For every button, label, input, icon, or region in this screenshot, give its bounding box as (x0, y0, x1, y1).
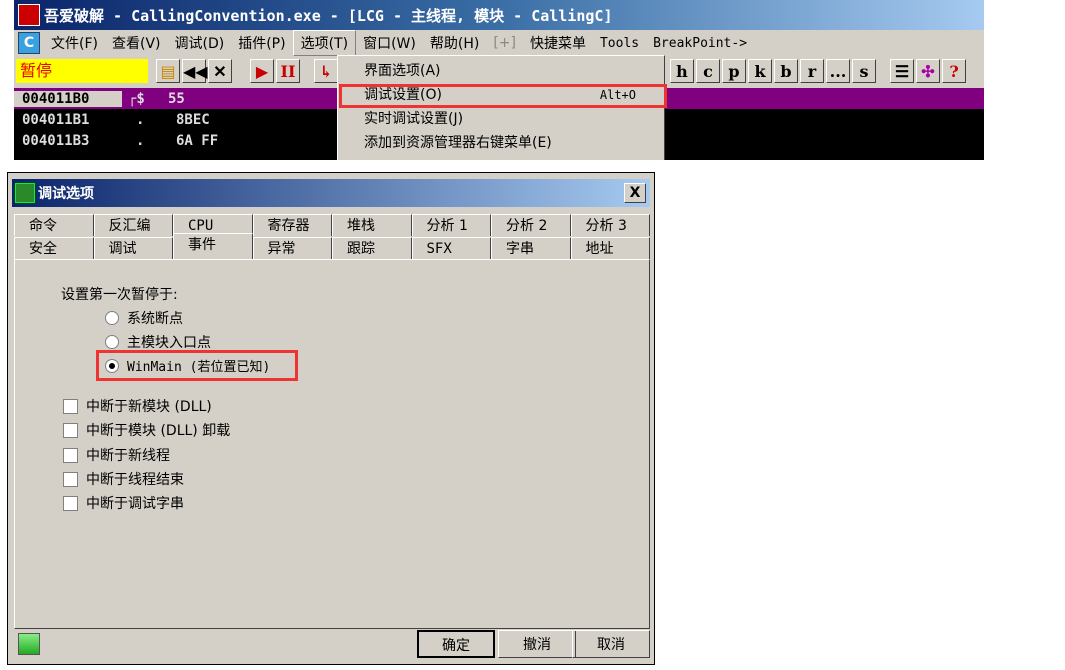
highlight-box (96, 350, 298, 381)
cancel-button[interactable]: 取消 (572, 630, 650, 658)
list-icon (15, 183, 35, 203)
window-title: 吾爱破解 - CallingConvention.exe - [LCG - 主线… (44, 6, 613, 25)
group-label: 设置第一次暂停于: (61, 287, 178, 303)
menu-help[interactable]: 帮助(H) (423, 31, 486, 55)
toolbar-dots-button[interactable]: ... (826, 59, 850, 83)
highlight-box (339, 84, 667, 108)
menu-plugins[interactable]: 插件(P) (231, 31, 292, 55)
tab-events[interactable]: 事件 (173, 233, 253, 259)
menu-options[interactable]: 选项(T) (292, 30, 357, 56)
menu-view[interactable]: 查看(V) (105, 31, 168, 55)
status-indicator: 暂停 (16, 59, 148, 83)
checkbox-new-module[interactable]: 中断于新模块 (DLL) (63, 396, 212, 416)
toolbar-c-button[interactable]: c (696, 59, 720, 83)
menu-window[interactable]: 窗口(W) (356, 31, 423, 55)
checkbox-debug-string[interactable]: 中断于调试字串 (63, 493, 184, 513)
pause-icon[interactable]: II (276, 59, 300, 83)
tab-trace[interactable]: 跟踪 (332, 237, 412, 259)
step-icon[interactable]: ↳ (314, 59, 338, 83)
close-button[interactable]: X (624, 183, 646, 203)
menu-item-ui-options[interactable]: 界面选项(A) (338, 59, 664, 83)
menu-plus[interactable]: [+] (486, 33, 523, 53)
tab-strings[interactable]: 字串 (491, 237, 571, 259)
run-icon[interactable]: ▶ (250, 59, 274, 83)
radio-system-breakpoint[interactable]: 系统断点 (105, 308, 183, 328)
tab-commands[interactable]: 命令 (14, 214, 94, 236)
menu-tools[interactable]: Tools (593, 34, 646, 53)
debug-options-dialog: 调试选项 X 命令 反汇编 CPU 寄存器 堆栈 分析 1 分析 2 分析 3 安… (7, 172, 655, 665)
restart-icon[interactable]: ◀◀ (182, 59, 208, 83)
tab-debug[interactable]: 调试 (93, 237, 173, 259)
menu-bar: C 文件(F) 查看(V) 调试(D) 插件(P) 选项(T) 窗口(W) 帮助… (14, 30, 984, 56)
tab-addresses[interactable]: 地址 (570, 237, 650, 259)
radio-entry-point[interactable]: 主模块入口点 (105, 332, 211, 352)
menu-breakpoint[interactable]: BreakPoint-> (646, 34, 754, 53)
tab-disasm[interactable]: 反汇编 (93, 214, 173, 236)
toolbar-h-button[interactable]: h (670, 59, 694, 83)
undo-button[interactable]: 撤消 (498, 630, 576, 658)
app-logo-icon (18, 4, 40, 26)
menu-item-jit-settings[interactable]: 实时调试设置(J) (338, 107, 664, 131)
menu-file[interactable]: 文件(F) (44, 31, 105, 55)
window-buttons: h c p k b r ... s ☰ ✣ ? (670, 59, 966, 83)
tab-analysis-3[interactable]: 分析 3 (570, 214, 650, 236)
tab-sfx[interactable]: SFX (411, 237, 491, 259)
toolbar-p-button[interactable]: p (722, 59, 746, 83)
toolbar-s-button[interactable]: s (852, 59, 876, 83)
title-bar: 吾爱破解 - CallingConvention.exe - [LCG - 主线… (14, 0, 984, 30)
palette-icon[interactable] (18, 633, 40, 655)
tab-stack[interactable]: 堆栈 (332, 214, 412, 236)
c-icon[interactable]: C (18, 32, 40, 54)
dialog-title: 调试选项 (38, 186, 94, 202)
tab-analysis-1[interactable]: 分析 1 (411, 214, 491, 236)
tab-row-2: 安全 调试 事件 异常 跟踪 SFX 字串 地址 (14, 233, 650, 259)
checkbox-new-thread[interactable]: 中断于新线程 (63, 445, 170, 465)
menu-shortcut[interactable]: 快捷菜单 (523, 31, 593, 55)
tree-icon[interactable]: ✣ (916, 59, 940, 83)
list-icon[interactable]: ☰ (890, 59, 914, 83)
tab-row-1: 命令 反汇编 CPU 寄存器 堆栈 分析 1 分析 2 分析 3 (14, 214, 650, 236)
toolbar-b-button[interactable]: b (774, 59, 798, 83)
tab-exceptions[interactable]: 异常 (252, 237, 332, 259)
help-icon[interactable]: ? (942, 59, 966, 83)
dialog-title-bar: 调试选项 X (12, 179, 650, 207)
toolbar-r-button[interactable]: r (800, 59, 824, 83)
menu-item-add-explorer[interactable]: 添加到资源管理器右键菜单(E) (338, 131, 664, 155)
toolbar-k-button[interactable]: k (748, 59, 772, 83)
checkbox-thread-end[interactable]: 中断于线程结束 (63, 469, 184, 489)
ok-button[interactable]: 确定 (417, 630, 495, 658)
checkbox-module-unload[interactable]: 中断于模块 (DLL) 卸载 (63, 420, 230, 440)
events-panel: 设置第一次暂停于: 系统断点 主模块入口点 WinMain (若位置已知) 中断… (14, 259, 650, 629)
tab-registers[interactable]: 寄存器 (252, 214, 332, 236)
tab-security[interactable]: 安全 (14, 237, 94, 259)
close-icon[interactable]: ✕ (208, 59, 232, 83)
open-icon[interactable]: ▤ (156, 59, 180, 83)
menu-debug[interactable]: 调试(D) (168, 31, 232, 55)
tab-analysis-2[interactable]: 分析 2 (491, 214, 571, 236)
